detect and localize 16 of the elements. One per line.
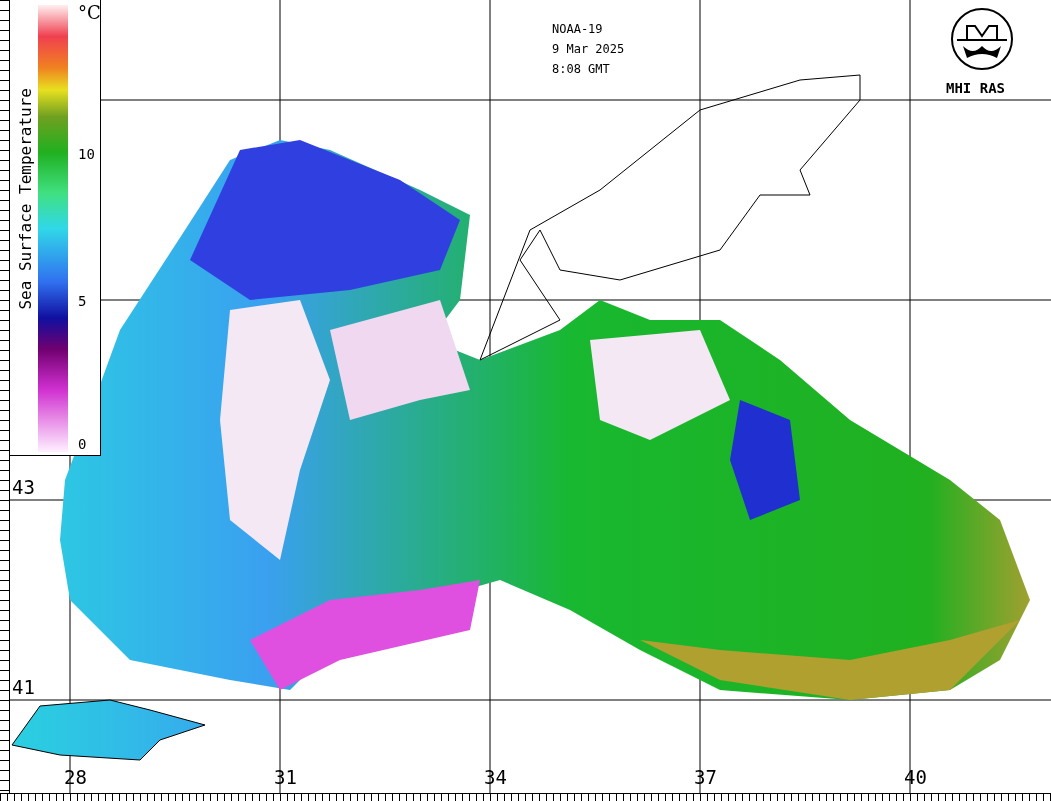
longitude-label: 31 — [274, 766, 297, 788]
image-time: 8:08 GMT — [552, 62, 611, 77]
longitude-label: 28 — [64, 766, 87, 788]
scale-tick-label: 10 — [78, 146, 95, 162]
satellite-name: NOAA-19 — [552, 22, 604, 37]
longitude-label: 37 — [694, 766, 717, 788]
scale-tick-label: 5 — [78, 293, 87, 309]
unit-label: °C — [78, 2, 101, 23]
longitude-label: 40 — [904, 766, 927, 788]
legend-title: Sea Surface Temperature — [16, 88, 35, 310]
latitude-label: 41 — [12, 676, 35, 698]
logo-caption: MHI RAS — [946, 80, 1005, 96]
latitude-label: 43 — [12, 476, 35, 498]
scale-tick-label: 0 — [78, 436, 87, 452]
longitude-label: 34 — [484, 766, 507, 788]
image-date: 9 Mar 2025 — [552, 42, 625, 57]
